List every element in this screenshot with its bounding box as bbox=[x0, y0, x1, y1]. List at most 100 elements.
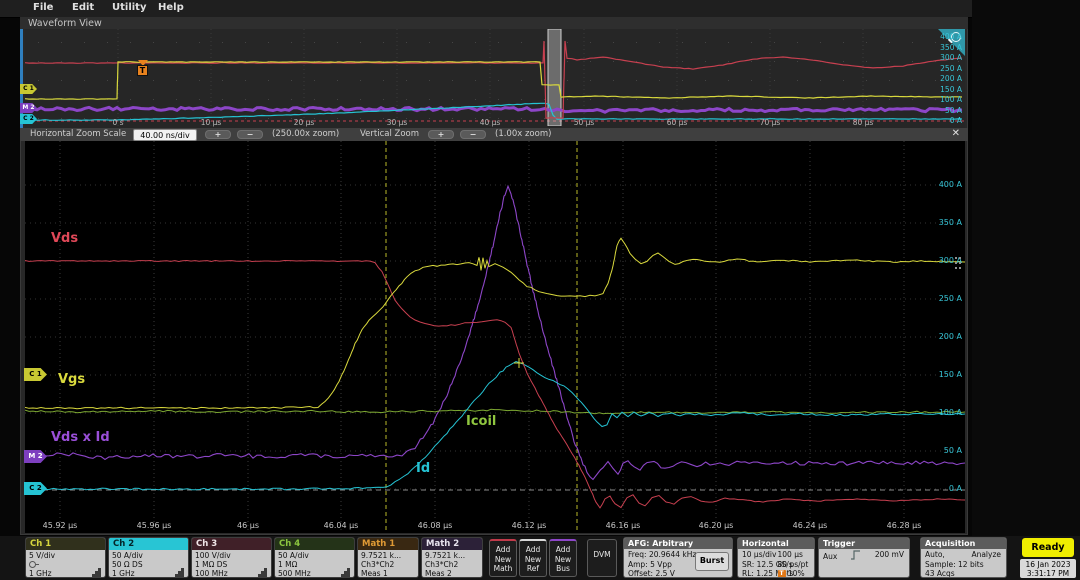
channel-badge-ch3[interactable]: Ch 3 100 V/div 1 MΩ DS 100 MHz bbox=[191, 537, 272, 578]
main-amp-tick: 0 A bbox=[949, 484, 962, 493]
horizontal-settings: 10 µs/div100 µs SR: 12.5 GS/s80 ps/pt RL… bbox=[738, 549, 814, 578]
window-accent-strip bbox=[20, 29, 23, 128]
trace-vds bbox=[25, 261, 965, 508]
h-scale: 10 µs/div bbox=[742, 550, 776, 559]
overview-plot[interactable]: T 0 s10 µs20 µs30 µs40 µs50 µs60 µs70 µs… bbox=[25, 29, 965, 128]
channel-scale: 50 A/div bbox=[278, 551, 351, 560]
channel-settings: 50 A/div 1 MΩ 500 MHz bbox=[275, 550, 354, 578]
channel-scale: 50 A/div bbox=[112, 551, 185, 560]
main-plot[interactable]: Vds Vgs Vds x Id Icoil Id 45.92 µs45.96 … bbox=[25, 141, 965, 533]
trace-label-id[interactable]: Id bbox=[416, 461, 430, 476]
main-time-tick: 45.96 µs bbox=[137, 521, 172, 530]
main-amp-tick: 250 A bbox=[939, 294, 962, 303]
v-zoom-plus-button[interactable]: + bbox=[428, 130, 454, 139]
main-time-tick: 46 µs bbox=[237, 521, 259, 530]
channel-settings: 100 V/div 1 MΩ DS 100 MHz bbox=[192, 550, 271, 578]
bandwidth-limit-icon bbox=[92, 568, 102, 577]
acquisition-title: Acquisition bbox=[921, 538, 1006, 549]
acq-mode: Auto, bbox=[925, 550, 945, 559]
main-amp-tick: 50 A bbox=[944, 446, 962, 455]
overview-waveforms bbox=[25, 29, 965, 126]
trace-label-vds[interactable]: Vds bbox=[51, 231, 78, 246]
math-scale: 9.7521 k... bbox=[361, 551, 415, 560]
math-source: Meas 1 bbox=[361, 569, 415, 578]
time-text: 3:31:17 PM bbox=[1020, 569, 1076, 578]
date-text: 16 Jan 2023 bbox=[1020, 560, 1076, 569]
oscilloscope-app: File Edit Utility Help Waveform View T 0… bbox=[0, 0, 1080, 580]
math-name: Math 1 bbox=[358, 538, 418, 550]
trace-label-vgs[interactable]: Vgs bbox=[58, 372, 85, 387]
panel-splitter-handle[interactable] bbox=[955, 257, 957, 259]
channel-settings: 50 A/div 50 Ω DS 1 GHz bbox=[109, 550, 188, 578]
trigger-position-marker[interactable]: T bbox=[137, 60, 150, 78]
afg-title: AFG: Arbitrary bbox=[624, 538, 732, 549]
h-zoom-scale-input[interactable] bbox=[133, 129, 197, 141]
add-new-bus-button[interactable]: Add New Bus bbox=[549, 539, 577, 577]
acq-count: 43 Acqs bbox=[925, 569, 1002, 578]
math-badge-math1[interactable]: Math 1 9.7521 k... Ch3*Ch2 Meas 1 bbox=[357, 537, 419, 578]
v-zoom-label: Vertical Zoom bbox=[360, 129, 419, 139]
math-expression: Ch3*Ch2 bbox=[425, 560, 479, 569]
trace-label-icoil[interactable]: Icoil bbox=[466, 414, 496, 429]
h-zoom-minus-button[interactable]: − bbox=[237, 130, 263, 139]
dvm-button[interactable]: DVM bbox=[587, 539, 617, 577]
trace-vds-overview bbox=[25, 41, 962, 118]
overview-time-tick: 70 µs bbox=[760, 118, 781, 127]
channel-badge-ch1[interactable]: Ch 1 5 V/div 1 GHz bbox=[25, 537, 106, 578]
v-zoom-minus-button[interactable]: − bbox=[460, 130, 486, 139]
main-time-tick: 46.28 µs bbox=[887, 521, 922, 530]
main-amp-tick: 350 A bbox=[939, 218, 962, 227]
menu-edit[interactable]: Edit bbox=[72, 2, 94, 13]
main-amp-tick: 200 A bbox=[939, 332, 962, 341]
channel-badge-ch4[interactable]: Ch 4 50 A/div 1 MΩ 500 MHz bbox=[274, 537, 355, 578]
horizontal-panel[interactable]: Horizontal 10 µs/div100 µs SR: 12.5 GS/s… bbox=[737, 537, 815, 578]
ready-status-badge: Ready bbox=[1022, 538, 1074, 557]
math-badge-math2[interactable]: Math 2 9.7521 k... Ch3*Ch2 Meas 2 bbox=[421, 537, 483, 578]
menu-file[interactable]: File bbox=[33, 2, 53, 13]
right-panel: Add New... Cursors Callout Measure Searc… bbox=[972, 0, 1080, 580]
main-time-tick: 46.08 µs bbox=[418, 521, 453, 530]
menu-help[interactable]: Help bbox=[158, 2, 184, 13]
acquisition-panel[interactable]: Acquisition Auto,Analyze Sample: 12 bits… bbox=[920, 537, 1007, 578]
overview-amp-tick: 200 A bbox=[940, 74, 962, 83]
burst-button[interactable]: Burst bbox=[695, 552, 729, 571]
overview-time-tick: 30 µs bbox=[387, 118, 408, 127]
math-settings: 9.7521 k... Ch3*Ch2 Meas 2 bbox=[422, 550, 482, 578]
waveform-view-title: Waveform View bbox=[28, 18, 102, 29]
trigger-settings: Aux 200 mV bbox=[819, 549, 909, 578]
afg-panel[interactable]: AFG: Arbitrary Freq: 20.9644 kHz Amp: 5 … bbox=[623, 537, 733, 578]
bandwidth-limit-icon bbox=[258, 568, 268, 577]
channel-name: Ch 4 bbox=[275, 538, 354, 550]
overview-time-tick: 40 µs bbox=[480, 118, 501, 127]
add-new-ref-button[interactable]: Add New Ref bbox=[519, 539, 547, 577]
zoom-scale-bar: Horizontal Zoom Scale + − (250.00x zoom)… bbox=[20, 128, 968, 141]
main-time-tick: 46.24 µs bbox=[793, 521, 828, 530]
close-icon[interactable]: ✕ bbox=[952, 128, 960, 139]
channel-badge-ch2[interactable]: Ch 2 50 A/div 50 Ω DS 1 GHz bbox=[108, 537, 189, 578]
h-zoom-plus-button[interactable]: + bbox=[205, 130, 231, 139]
channel-name: Ch 2 bbox=[109, 538, 188, 550]
overview-time-tick: 20 µs bbox=[294, 118, 315, 127]
trace-label-vds-x-id[interactable]: Vds x Id bbox=[51, 430, 110, 445]
acq-analyze: Analyze bbox=[971, 550, 1001, 560]
overview-amp-tick: 150 A bbox=[940, 85, 962, 94]
main-amp-tick: 150 A bbox=[939, 370, 962, 379]
overview-amp-tick: 50 A bbox=[945, 106, 962, 115]
main-amp-tick: 100 A bbox=[939, 408, 962, 417]
main-amp-tick: 400 A bbox=[939, 180, 962, 189]
channel-scale: 100 V/div bbox=[195, 551, 268, 560]
add-new-math-button[interactable]: Add New Math bbox=[489, 539, 517, 577]
overview-amp-tick: 300 A bbox=[940, 53, 962, 62]
main-waveforms bbox=[25, 141, 965, 533]
datetime-display: 16 Jan 2023 3:31:17 PM bbox=[1020, 559, 1076, 578]
overview-amp-tick: 0 A bbox=[950, 116, 962, 125]
h-zoom-scale-label: Horizontal Zoom Scale bbox=[30, 129, 126, 139]
main-time-tick: 46.04 µs bbox=[324, 521, 359, 530]
h-zoom-factor: (250.00x zoom) bbox=[272, 129, 339, 139]
trigger-panel[interactable]: Trigger Aux 200 mV bbox=[818, 537, 910, 578]
waveform-view-titlebar: Waveform View bbox=[20, 17, 968, 29]
overview-time-tick: 0 s bbox=[112, 118, 123, 127]
menu-utility[interactable]: Utility bbox=[112, 2, 146, 13]
overview-time-tick: 50 µs bbox=[574, 118, 595, 127]
overview-amp-tick: 400 A bbox=[940, 32, 962, 41]
